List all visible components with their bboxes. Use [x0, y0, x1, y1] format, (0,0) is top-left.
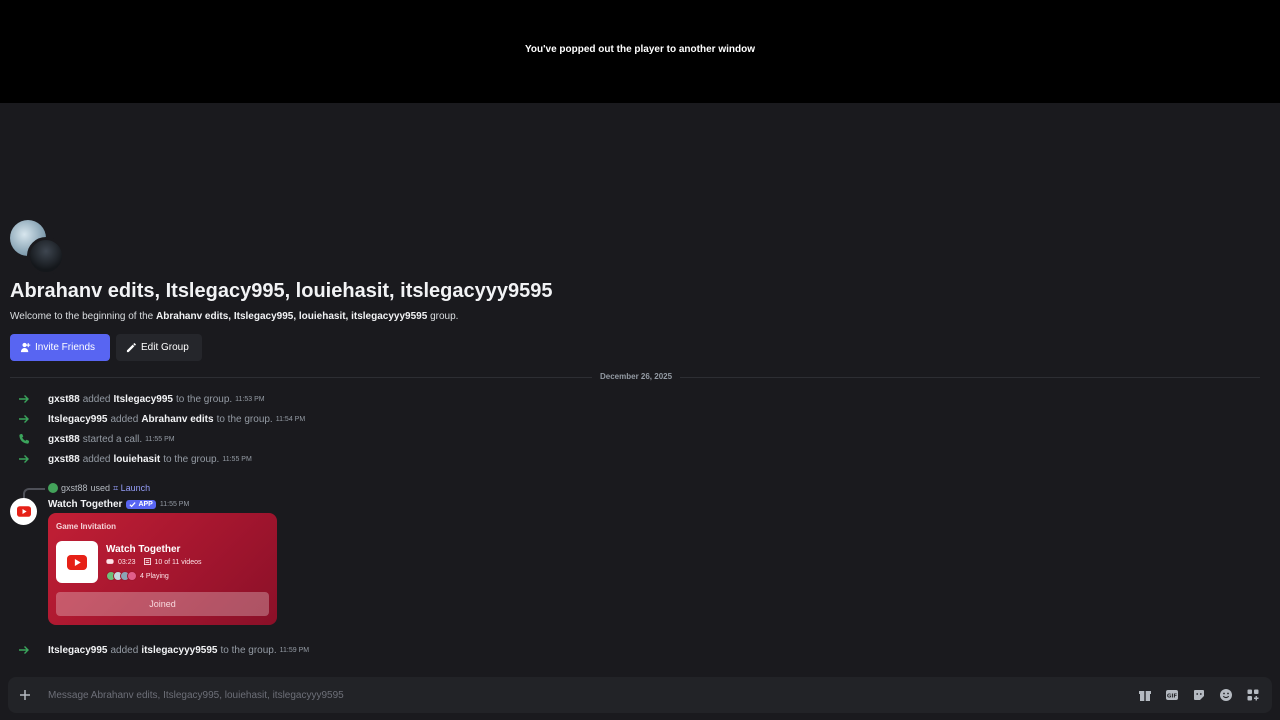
divider-date: December 26, 2025: [592, 372, 681, 381]
arrow-right-icon: [18, 453, 30, 465]
actor-name[interactable]: Itslegacy995: [48, 645, 108, 656]
welcome-names: Abrahanv edits, Itslegacy995, louiehasit…: [156, 311, 428, 322]
invitation-heading: Game Invitation: [56, 522, 117, 531]
verb-text: added: [110, 644, 139, 656]
group-title: Abrahanv edits, Itslegacy995, louiehasit…: [10, 280, 553, 302]
tail-text: to the group.: [163, 453, 220, 465]
verb-text: added: [82, 453, 111, 465]
system-message: gxst88 added Itslegacy995 to the group. …: [18, 392, 265, 406]
apps-icon[interactable]: [1246, 688, 1260, 702]
system-message: gxst88 started a call. 11:55 PM: [18, 432, 175, 446]
youtube-icon: [16, 506, 31, 517]
invite-friends-label: Invite Friends: [35, 342, 96, 353]
gamepad-icon: [106, 558, 114, 567]
message-composer: GIF: [8, 677, 1272, 713]
arrow-right-icon: [18, 413, 30, 425]
video-count: 10 of 11 videos: [154, 559, 202, 566]
sticker-icon[interactable]: [1192, 688, 1206, 702]
bot-avatar[interactable]: [10, 498, 37, 525]
edit-group-label: Edit Group: [141, 342, 189, 353]
command-used-text: used: [90, 483, 111, 493]
timestamp: 11:55 PM: [159, 500, 190, 508]
popout-player-banner: You've popped out the player to another …: [0, 0, 1280, 103]
verb-text: started a call.: [82, 433, 143, 445]
tail-text: to the group.: [176, 393, 233, 405]
composer-tools: GIF: [1138, 688, 1272, 702]
target-name[interactable]: Itslegacy995: [114, 394, 174, 405]
welcome-suffix: group.: [430, 311, 459, 322]
verb-text: added: [110, 413, 139, 425]
timestamp: 11:55 PM: [145, 435, 175, 443]
command-reference[interactable]: gxst88 used ⌗ Launch: [48, 482, 150, 494]
player-avatar: [127, 571, 137, 581]
svg-text:GIF: GIF: [1167, 694, 1178, 700]
add-person-icon: [20, 342, 31, 353]
target-name[interactable]: itslegacyyy9595: [141, 645, 217, 656]
message-input[interactable]: [48, 689, 1138, 701]
activity-thumbnail: [56, 541, 98, 583]
timestamp: 11:54 PM: [275, 415, 306, 423]
welcome-prefix: Welcome to the beginning of the: [10, 311, 154, 322]
invite-friends-button[interactable]: Invite Friends: [10, 334, 110, 361]
arrow-right-icon: [18, 393, 30, 405]
timestamp: 11:59 PM: [279, 646, 310, 654]
app-badge-text: APP: [138, 500, 153, 508]
command-name-text: Launch: [120, 482, 151, 493]
attach-button[interactable]: [8, 689, 42, 701]
welcome-text: Welcome to the beginning of the Abrahanv…: [10, 311, 458, 322]
command-user[interactable]: gxst88: [61, 483, 88, 493]
tail-text: to the group.: [220, 644, 277, 656]
bot-name[interactable]: Watch Together: [48, 499, 122, 510]
plus-icon: [20, 690, 30, 700]
gif-icon[interactable]: GIF: [1165, 688, 1179, 702]
system-message: gxst88 added louiehasit to the group. 11…: [18, 452, 252, 466]
activity-name: Watch Together: [106, 544, 181, 555]
user-mini-avatar: [48, 483, 58, 493]
phone-icon: [18, 433, 30, 445]
popout-message: You've popped out the player to another …: [525, 44, 755, 55]
actor-name[interactable]: gxst88: [48, 454, 80, 465]
playing-count: 4 Playing: [140, 572, 169, 580]
tail-text: to the group.: [216, 413, 273, 425]
verb-text: added: [82, 393, 111, 405]
youtube-icon: [67, 554, 87, 570]
system-message: Itslegacy995 added itslegacyyy9595 to th…: [18, 643, 309, 657]
bot-message-header: Watch Together APP 11:55 PM: [48, 497, 189, 511]
actor-name[interactable]: gxst88: [48, 394, 80, 405]
group-avatar: [10, 220, 66, 276]
pencil-icon: [126, 343, 136, 353]
command-name[interactable]: ⌗ Launch: [113, 483, 150, 494]
member-avatar: [27, 237, 65, 275]
actor-name[interactable]: gxst88: [48, 434, 80, 445]
player-avatars: [106, 571, 137, 581]
gift-icon[interactable]: [1138, 688, 1152, 702]
timestamp: 11:55 PM: [222, 455, 252, 463]
duration: 03:23: [118, 559, 136, 566]
playlist-icon: [143, 558, 151, 567]
system-message: Itslegacy995 added Abrahanv edits to the…: [18, 412, 305, 426]
edit-group-button[interactable]: Edit Group: [116, 334, 202, 361]
check-icon: [129, 501, 137, 507]
actor-name[interactable]: Itslegacy995: [48, 414, 108, 425]
playing-status: 4 Playing: [106, 571, 169, 581]
timestamp: 11:53 PM: [235, 395, 265, 403]
emoji-icon[interactable]: [1219, 688, 1233, 702]
target-name[interactable]: louiehasit: [114, 454, 161, 465]
app-badge: APP: [126, 499, 156, 509]
game-invitation-card: Game Invitation Watch Together 03:23 10 …: [48, 513, 277, 625]
joined-button[interactable]: Joined: [56, 592, 269, 616]
activity-meta: 03:23 10 of 11 videos: [106, 558, 202, 567]
arrow-right-icon: [18, 644, 30, 656]
target-name[interactable]: Abrahanv edits: [141, 414, 213, 425]
